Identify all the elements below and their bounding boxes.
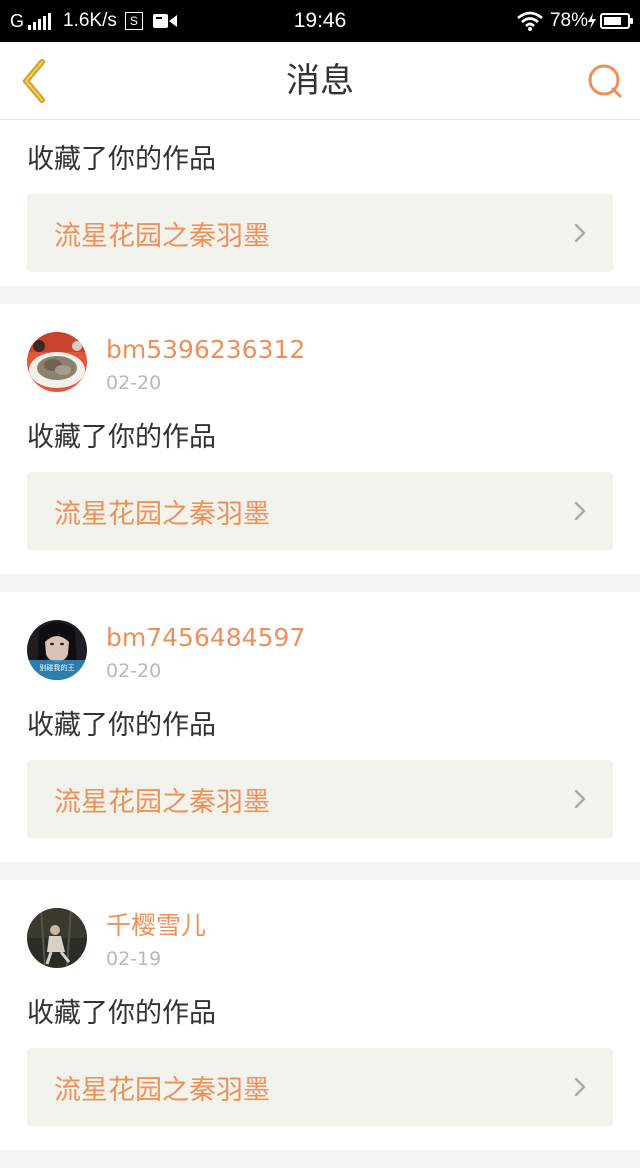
work-link[interactable]: 流星花园之秦羽墨 — [27, 194, 613, 272]
video-camera-icon — [152, 13, 177, 29]
search-icon — [588, 64, 622, 98]
message-date: 02-20 — [106, 660, 162, 682]
username[interactable]: bm5396236312 — [106, 332, 305, 368]
avatar[interactable] — [27, 332, 87, 392]
user-meta: bm7456484597 02-20 — [106, 620, 305, 686]
back-button[interactable] — [14, 56, 54, 106]
signal-icon — [28, 12, 53, 30]
user-row: 千樱雪儿 02-19 — [27, 908, 613, 972]
message-action: 收藏了你的作品 — [27, 710, 216, 741]
avatar[interactable]: 别碰我的王 — [27, 620, 87, 680]
work-title: 流星花园之秦羽墨 — [54, 786, 270, 818]
user-meta: bm5396236312 02-20 — [106, 332, 305, 398]
message-action: 收藏了你的作品 — [27, 998, 216, 1029]
network-type: G — [10, 10, 25, 31]
status-bar: G 1.6K/s S 19:46 78% — [0, 0, 640, 42]
username[interactable]: bm7456484597 — [106, 620, 305, 656]
avatar[interactable] — [27, 908, 87, 968]
chevron-right-icon — [573, 788, 587, 810]
charging-icon — [588, 13, 596, 29]
message-action: 收藏了你的作品 — [27, 422, 216, 453]
work-title: 流星花园之秦羽墨 — [54, 1074, 270, 1106]
work-link[interactable]: 流星花园之秦羽墨 — [27, 760, 613, 838]
status-bar-left: G 1.6K/s S — [10, 0, 177, 42]
avatar-caption: 别碰我的王 — [40, 663, 75, 672]
chevron-left-icon — [23, 59, 45, 103]
work-link[interactable]: 流星花园之秦羽墨 — [27, 472, 613, 550]
message-action: 收藏了你的作品 — [27, 144, 216, 175]
work-title: 流星花园之秦羽墨 — [54, 498, 270, 530]
message-date: 02-19 — [106, 948, 162, 970]
message-card: bm5396236312 02-20 收藏了你的作品 流星花园之秦羽墨 — [0, 304, 640, 574]
work-link[interactable]: 流星花园之秦羽墨 — [27, 1048, 613, 1126]
search-button[interactable] — [584, 60, 626, 102]
wifi-icon — [517, 11, 543, 31]
message-date: 02-20 — [106, 372, 162, 394]
chevron-right-icon — [573, 1076, 587, 1098]
user-row: bm5396236312 02-20 — [27, 332, 613, 396]
user-row: 别碰我的王 bm7456484597 02-20 — [27, 620, 613, 684]
battery-level — [604, 17, 621, 25]
battery-icon — [600, 13, 633, 29]
username[interactable]: 千樱雪儿 — [106, 908, 206, 944]
page-title: 消息 — [286, 61, 354, 101]
status-bar-right: 78% — [516, 0, 633, 42]
message-card: 收藏了你的作品 流星花园之秦羽墨 — [0, 120, 640, 286]
battery-percent: 78% — [549, 10, 588, 31]
user-meta: 千樱雪儿 02-19 — [106, 908, 206, 974]
message-card: 千樱雪儿 02-19 收藏了你的作品 流星花园之秦羽墨 — [0, 880, 640, 1150]
header: 消息 — [0, 42, 640, 120]
s-badge-icon: S — [124, 12, 143, 30]
work-title: 流星花园之秦羽墨 — [54, 220, 270, 252]
chevron-right-icon — [573, 500, 587, 522]
message-card: 别碰我的王 bm7456484597 02-20 收藏了你的作品 流星花园之秦羽… — [0, 592, 640, 862]
network-speed: 1.6K/s — [63, 10, 117, 31]
chevron-right-icon — [573, 222, 587, 244]
message-list: 收藏了你的作品 流星花园之秦羽墨 bm5396236312 02-20 收藏了你… — [0, 120, 640, 1168]
